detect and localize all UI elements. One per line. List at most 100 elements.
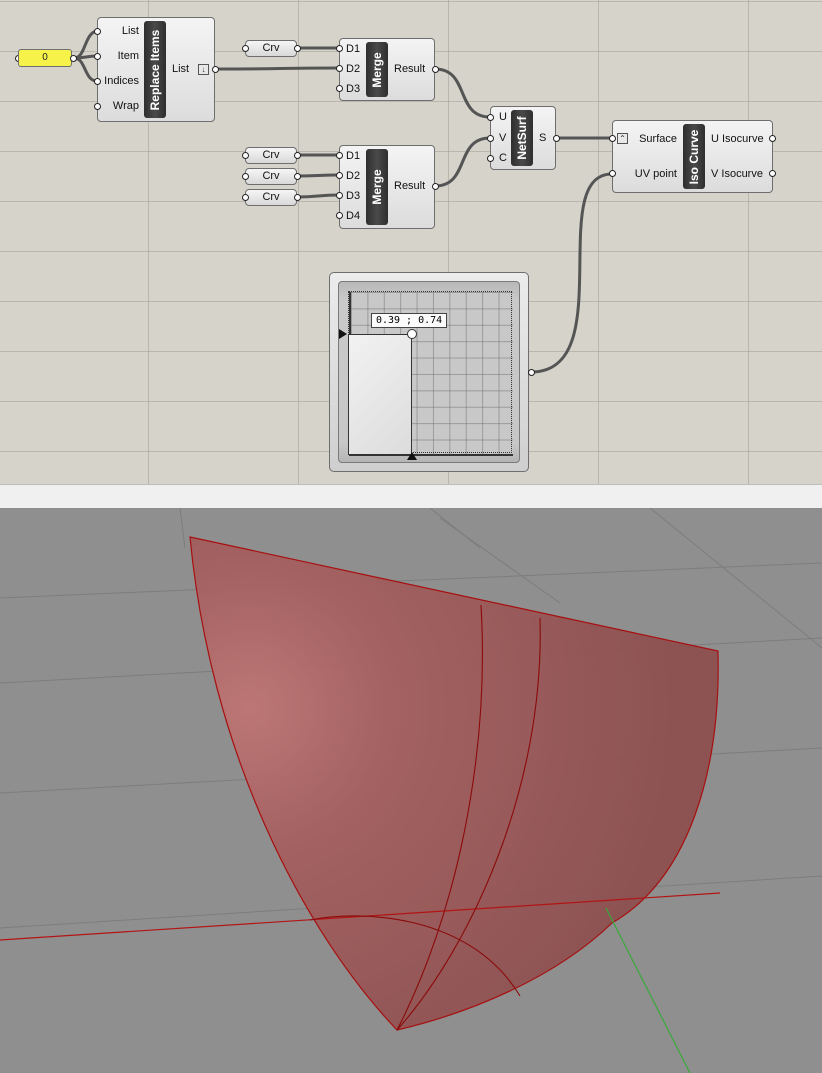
netsurf-title: NetSurf bbox=[515, 116, 529, 160]
rhino-viewport[interactable] bbox=[0, 508, 822, 1073]
merge-component-1[interactable]: D1 D2 D3 Merge Result bbox=[339, 38, 435, 101]
crv-param-c[interactable]: Crv bbox=[245, 189, 297, 206]
iso-output-v: V Isocurve bbox=[711, 168, 763, 180]
merge2-input-d3: D3 bbox=[346, 190, 361, 202]
crv-param-b-label: Crv bbox=[262, 170, 280, 182]
output-list-grip[interactable] bbox=[212, 66, 219, 73]
merge1-title-bar: Merge bbox=[366, 42, 388, 97]
netsurf-u-grip[interactable] bbox=[487, 114, 494, 121]
md-slider-v-marker-icon bbox=[339, 328, 347, 339]
net-surface bbox=[189, 536, 719, 1031]
netsurf-s-grip[interactable] bbox=[553, 135, 560, 142]
merge1-input-d2: D2 bbox=[346, 63, 361, 75]
merge1-output-result: Result bbox=[394, 63, 426, 75]
iso-input-surface: Surface bbox=[639, 133, 677, 145]
wire-crv3-to-d3 bbox=[296, 193, 340, 199]
replace-items-component[interactable]: List Item Indices Wrap Replace Items Lis… bbox=[97, 17, 215, 122]
crv-param-input-grip[interactable] bbox=[242, 45, 249, 52]
input-list-label: List bbox=[121, 25, 139, 37]
merge1-d1-grip[interactable] bbox=[336, 45, 343, 52]
wire-crv2-to-d2 bbox=[296, 173, 340, 178]
netsurf-input-v: V bbox=[499, 132, 507, 144]
wire-md-to-uvpoint bbox=[530, 172, 613, 374]
netsurf-component[interactable]: U V C NetSurf S bbox=[490, 106, 556, 170]
crv-param-a-input-grip[interactable] bbox=[242, 152, 249, 159]
merge1-d3-grip[interactable] bbox=[336, 85, 343, 92]
wire-merge2-to-v bbox=[434, 136, 491, 188]
merge1-input-d3: D3 bbox=[346, 83, 361, 95]
viewport-splitter[interactable] bbox=[0, 484, 822, 508]
crv-param[interactable]: Crv bbox=[245, 40, 297, 57]
netsurf-output-s: S bbox=[539, 132, 547, 144]
netsurf-v-grip[interactable] bbox=[487, 135, 494, 142]
netsurf-title-bar: NetSurf bbox=[511, 110, 533, 166]
replace-items-title: Replace Items bbox=[148, 29, 162, 110]
crv-param-label: Crv bbox=[262, 42, 280, 54]
wire-merge1-to-u bbox=[434, 67, 491, 119]
crv-param-c-input-grip[interactable] bbox=[242, 194, 249, 201]
number-slider[interactable]: 0 bbox=[18, 49, 72, 67]
input-indices-grip[interactable] bbox=[94, 78, 101, 85]
wire-list-to-d2 bbox=[215, 66, 340, 71]
netsurf-input-u: U bbox=[499, 111, 507, 123]
iso-surface-grip[interactable] bbox=[609, 135, 616, 142]
crv-param-a-output-grip[interactable] bbox=[294, 152, 301, 159]
crv-param-c-output-grip[interactable] bbox=[294, 194, 301, 201]
viewport-scene bbox=[0, 508, 822, 1073]
md-slider-selection bbox=[348, 333, 412, 455]
merge-component-2[interactable]: D1 D2 D3 D4 Merge Result bbox=[339, 145, 435, 229]
merge2-d4-grip[interactable] bbox=[336, 212, 343, 219]
merge2-title: Merge bbox=[370, 169, 384, 205]
iso-curve-component[interactable]: ⌃ Surface UV point Iso Curve U Isocurve … bbox=[612, 120, 773, 193]
merge2-d1-grip[interactable] bbox=[336, 152, 343, 159]
md-slider-handle[interactable] bbox=[406, 328, 417, 339]
md-slider-u-marker-icon bbox=[406, 452, 417, 460]
crv-param-a-label: Crv bbox=[262, 149, 280, 161]
netsurf-c-grip[interactable] bbox=[487, 155, 494, 162]
output-list-label: List bbox=[172, 63, 190, 75]
iso-u-output-grip[interactable] bbox=[769, 135, 776, 142]
input-list-grip[interactable] bbox=[94, 28, 101, 35]
slider-value: 0 bbox=[42, 52, 48, 63]
iso-input-uvpoint: UV point bbox=[634, 168, 677, 180]
md-slider[interactable]: 0.39 ; 0.74 bbox=[329, 272, 529, 472]
merge2-input-d1: D1 bbox=[346, 150, 361, 162]
md-slider-output-grip[interactable] bbox=[528, 369, 535, 376]
crv-param-c-label: Crv bbox=[262, 191, 280, 203]
crv-param-b-output-grip[interactable] bbox=[294, 173, 301, 180]
reparameterize-icon[interactable]: ⌃ bbox=[617, 133, 628, 144]
crv-param-b[interactable]: Crv bbox=[245, 168, 297, 185]
merge2-output-result: Result bbox=[394, 180, 426, 192]
replace-items-title-bar: Replace Items bbox=[144, 21, 166, 118]
crv-param-output-grip[interactable] bbox=[294, 45, 301, 52]
merge1-input-d1: D1 bbox=[346, 43, 361, 55]
iso-v-output-grip[interactable] bbox=[769, 170, 776, 177]
md-slider-value-label: 0.39 ; 0.74 bbox=[370, 312, 448, 328]
merge1-d2-grip[interactable] bbox=[336, 65, 343, 72]
merge2-d3-grip[interactable] bbox=[336, 192, 343, 199]
input-wrap-grip[interactable] bbox=[94, 103, 101, 110]
iso-output-u: U Isocurve bbox=[711, 133, 764, 145]
crv-param-a[interactable]: Crv bbox=[245, 147, 297, 164]
crv-param-b-input-grip[interactable] bbox=[242, 173, 249, 180]
wire-slider-to-indices bbox=[73, 56, 98, 83]
iso-curve-title: Iso Curve bbox=[687, 129, 701, 184]
merge2-result-grip[interactable] bbox=[432, 183, 439, 190]
merge1-result-grip[interactable] bbox=[432, 66, 439, 73]
input-wrap-label: Wrap bbox=[112, 100, 139, 112]
merge2-title-bar: Merge bbox=[366, 149, 388, 225]
merge2-d2-grip[interactable] bbox=[336, 172, 343, 179]
graft-arrow-icon[interactable]: ↓ bbox=[198, 64, 209, 75]
netsurf-input-c: C bbox=[499, 152, 507, 164]
input-indices-label: Indices bbox=[104, 75, 139, 87]
input-item-label: Item bbox=[117, 50, 139, 62]
slider-output-grip[interactable] bbox=[70, 55, 77, 62]
grasshopper-canvas[interactable]: 0 List Item Indices Wrap Replace Items L… bbox=[0, 0, 822, 484]
y-axis bbox=[605, 907, 691, 1073]
merge2-input-d4: D4 bbox=[346, 210, 361, 222]
iso-curve-title-bar: Iso Curve bbox=[683, 124, 705, 189]
input-item-grip[interactable] bbox=[94, 53, 101, 60]
merge2-input-d2: D2 bbox=[346, 170, 361, 182]
iso-uvpoint-grip[interactable] bbox=[609, 170, 616, 177]
merge1-title: Merge bbox=[370, 51, 384, 88]
